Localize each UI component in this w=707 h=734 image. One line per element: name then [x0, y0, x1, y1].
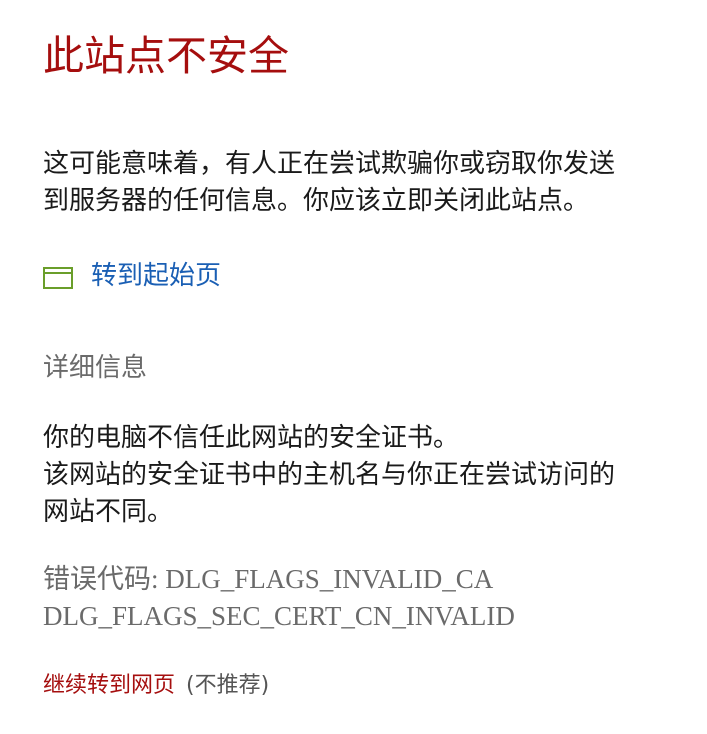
details-line-3: 网站不同。 [43, 497, 174, 527]
continue-row: 继续转到网页 (不推荐) [43, 668, 269, 704]
browser-window-icon [43, 267, 73, 289]
not-recommended-note: (不推荐) [186, 673, 270, 698]
warning-message-line-2: 到服务器的任何信息。你应该立即关闭此站点。 [43, 186, 590, 216]
page-title: 此站点不安全 [43, 32, 289, 80]
error-code-block: 错误代码: DLG_FLAGS_INVALID_CA DLG_FLAGS_SEC… [43, 561, 683, 635]
details-line-2: 该网站的安全证书中的主机名与你正在尝试访问的 [43, 460, 616, 490]
details-line-1: 你的电脑不信任此网站的安全证书。 [43, 423, 460, 453]
error-code-2: DLG_FLAGS_SEC_CERT_CN_INVALID [43, 601, 515, 631]
error-code-1: DLG_FLAGS_INVALID_CA [165, 564, 494, 594]
details-text: 你的电脑不信任此网站的安全证书。 该网站的安全证书中的主机名与你正在尝试访问的 … [43, 420, 683, 531]
warning-message: 这可能意味着，有人正在尝试欺骗你或窃取你发送 到服务器的任何信息。你应该立即关闭… [43, 146, 683, 220]
details-heading: 详细信息 [43, 353, 148, 383]
error-code-label: 错误代码: [43, 564, 159, 594]
go-to-start-page-row[interactable]: 转到起始页 [43, 256, 221, 296]
warning-message-line-1: 这可能意味着，有人正在尝试欺骗你或窃取你发送 [43, 149, 616, 179]
go-to-start-page-link[interactable]: 转到起始页 [91, 256, 221, 296]
continue-to-webpage-link[interactable]: 继续转到网页 [43, 673, 175, 698]
